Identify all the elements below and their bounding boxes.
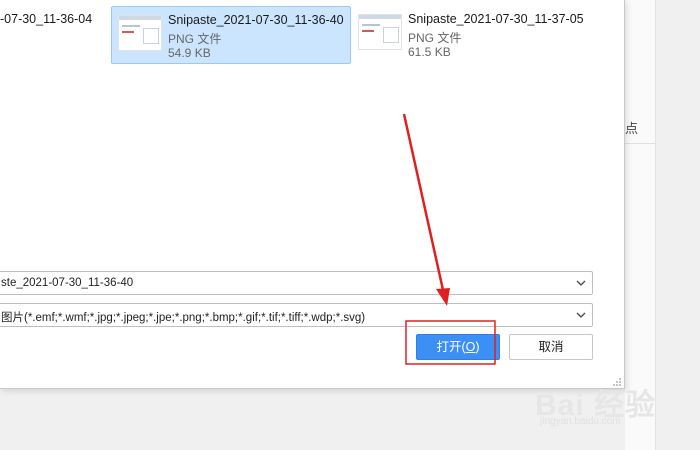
file-type: PNG 文件 <box>408 31 462 45</box>
background-divider <box>625 143 655 144</box>
file-open-dialog: -07-30_11-36-04 Snipaste_2021-07-30_11-3… <box>0 0 625 389</box>
file-item-selected[interactable]: Snipaste_2021-07-30_11-36-40 PNG 文件 54.9… <box>111 6 351 64</box>
file-name: Snipaste_2021-07-30_11-36-40 <box>168 13 344 27</box>
file-name: -07-30_11-36-04 <box>0 12 93 26</box>
open-button-suffix: ) <box>475 340 480 354</box>
file-size: 54.9 KB <box>168 46 211 60</box>
file-item[interactable]: Snipaste_2021-07-30_11-37-05 PNG 文件 61.5… <box>352 6 592 62</box>
file-name-combobox[interactable]: ste_2021-07-30_11-36-40 <box>0 271 593 295</box>
watermark-url: jingyan.baidu.com <box>540 416 621 427</box>
file-size: 61.5 KB <box>408 45 451 59</box>
file-name-value: ste_2021-07-30_11-36-40 <box>1 277 134 289</box>
file-type-value: 图片(*.emf;*.wmf;*.jpg;*.jpeg;*.jpe;*.png;… <box>1 312 366 324</box>
file-item[interactable]: -07-30_11-36-04 <box>0 6 104 62</box>
file-thumbnail <box>118 15 162 51</box>
open-button-mnemonic: O <box>465 340 476 354</box>
chevron-down-icon[interactable] <box>574 307 588 323</box>
chevron-down-icon[interactable] <box>574 275 588 291</box>
cancel-button[interactable]: 取消 <box>509 334 593 360</box>
file-type-combobox[interactable]: 图片(*.emf;*.wmf;*.jpg;*.jpeg;*.jpe;*.png;… <box>0 303 593 327</box>
file-name: Snipaste_2021-07-30_11-37-05 <box>408 12 584 26</box>
background-text: 点 <box>625 121 639 136</box>
file-thumbnail <box>358 14 402 50</box>
background-scrollbar <box>655 0 700 450</box>
open-button[interactable]: 打开(O) <box>416 334 500 360</box>
open-button-label: 打开( <box>436 340 466 354</box>
file-type: PNG 文件 <box>168 32 222 46</box>
